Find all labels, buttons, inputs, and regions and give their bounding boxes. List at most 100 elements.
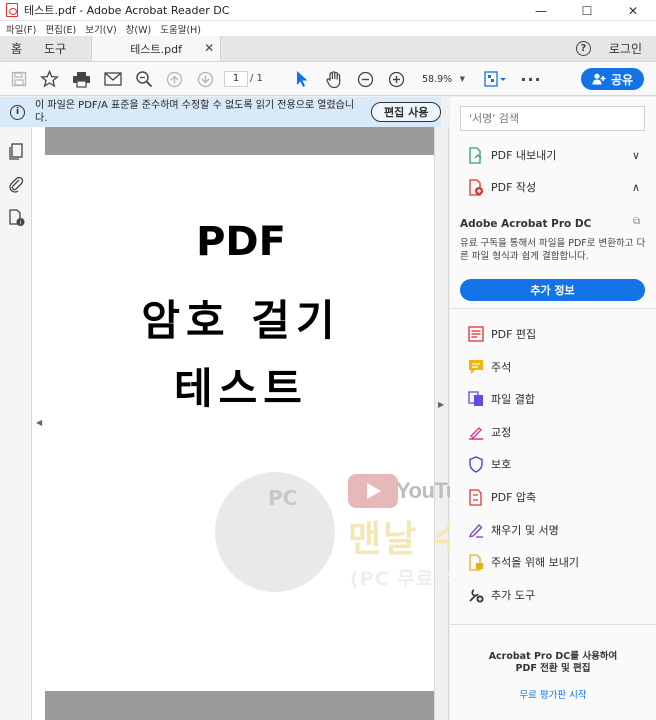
tool-item-compress-pdf[interactable]: PDF 압축 xyxy=(468,488,537,506)
maximize-button[interactable]: ☐ xyxy=(564,0,610,21)
login-link[interactable]: 로그인 xyxy=(609,40,642,57)
more-tools-icon xyxy=(468,587,484,603)
tool-label: 주석을 위해 보내기 xyxy=(491,556,579,569)
page-margin-top xyxy=(45,127,437,155)
zoom-in-icon[interactable] xyxy=(386,69,406,89)
tab-tools[interactable]: 도구 xyxy=(33,36,77,61)
tools-right-panel: '서명' 검색 PDF 내보내기 ∨ PDF 작성 ∧ Adobe Acroba… xyxy=(450,97,656,720)
tab-document[interactable]: 테스트.pdf ✕ xyxy=(91,36,222,61)
menu-edit[interactable]: 편집(E) xyxy=(45,22,76,36)
tool-item-redact[interactable]: 교정 xyxy=(468,424,511,440)
learn-more-button[interactable]: 추가 정보 xyxy=(460,279,645,301)
send-for-comments-icon xyxy=(468,553,484,571)
comment-icon xyxy=(468,359,484,375)
banner-message: 이 파일은 PDF/A 표준을 준수하며 수정할 수 없도록 읽기 전용으로 열… xyxy=(35,100,355,124)
zoom-out-icon[interactable] xyxy=(355,69,375,89)
previous-page-icon[interactable] xyxy=(164,69,184,89)
page-number-input[interactable]: 1 xyxy=(224,71,248,87)
chevron-down-icon: ▼ xyxy=(459,75,465,83)
select-arrow-icon[interactable] xyxy=(291,69,313,89)
page-thumbnails-icon[interactable] xyxy=(8,143,24,164)
tool-item-protect[interactable]: 보호 xyxy=(468,455,511,473)
menu-file[interactable]: 파일(F) xyxy=(6,22,36,36)
enable-editing-button[interactable]: 편집 사용 xyxy=(371,102,441,122)
compress-pdf-icon xyxy=(468,488,484,506)
share-button[interactable]: 공유 xyxy=(581,68,644,90)
tool-item-fill-sign[interactable]: 채우기 및 서명 xyxy=(468,522,559,538)
share-label: 공유 xyxy=(610,72,634,87)
tool-item-comment[interactable]: 주석 xyxy=(468,359,511,375)
toolbar: 1 / 1 58.9% ▼ ··· 공유 xyxy=(0,62,656,96)
print-icon[interactable] xyxy=(70,69,92,89)
help-icon[interactable]: ? xyxy=(575,41,591,56)
close-tab-icon[interactable]: ✕ xyxy=(204,41,214,55)
menu-help[interactable]: 도움말(H) xyxy=(160,22,201,36)
document-viewer[interactable]: PDF 암호 걸기 테스트 xyxy=(32,127,437,720)
tool-item-combine-files[interactable]: 파일 결합 xyxy=(468,391,535,407)
chevron-up-icon[interactable]: ∧ xyxy=(632,181,640,194)
doc-line-2: 암호 걸기 xyxy=(141,296,341,345)
tool-label: 주석 xyxy=(491,361,512,374)
export-pdf-icon xyxy=(468,146,484,164)
menu-view[interactable]: 보기(V) xyxy=(85,22,116,36)
search-zoom-icon[interactable] xyxy=(133,69,155,89)
window-controls: — ☐ ✕ xyxy=(518,0,656,20)
tab-home[interactable]: 홈 xyxy=(0,36,33,61)
free-trial-link[interactable]: 무료 평가판 시작 xyxy=(450,687,656,701)
email-icon[interactable] xyxy=(102,69,124,89)
zoom-level-select[interactable]: 58.9% ▼ xyxy=(416,70,468,88)
page-total: / 1 xyxy=(250,73,263,84)
pro-promo-title: Adobe Acrobat Pro DC xyxy=(460,218,592,230)
menu-window[interactable]: 창(W) xyxy=(126,22,152,36)
tool-label: PDF 편집 xyxy=(491,328,537,341)
more-options-icon[interactable]: ··· xyxy=(520,69,542,89)
create-pdf-label: PDF 작성 xyxy=(491,181,537,194)
save-icon[interactable] xyxy=(9,69,29,89)
pro-upsell-text: Acrobat Pro DC를 사용하여 PDF 전환 및 편집 xyxy=(488,651,618,674)
promo-info-icon[interactable]: ⧉ xyxy=(633,216,640,227)
readonly-info-banner: i 이 파일은 PDF/A 표준을 준수하며 수정할 수 없도록 읽기 전용으로… xyxy=(0,97,441,127)
panel-footer-divider xyxy=(450,624,656,625)
page-margin-bottom xyxy=(45,691,437,720)
chevron-down-icon[interactable]: ∨ xyxy=(632,149,640,162)
tool-label: 추가 도구 xyxy=(491,589,535,602)
menu-bar: 파일(F) 편집(E) 보기(V) 창(W) 도움말(H) xyxy=(0,21,656,36)
document-properties-icon[interactable]: i xyxy=(8,209,26,230)
tool-label: 교정 xyxy=(491,426,512,439)
acrobat-app-icon xyxy=(6,3,18,17)
tool-label: 채우기 및 서명 xyxy=(491,524,559,537)
export-pdf-item[interactable]: PDF 내보내기 xyxy=(468,146,646,164)
bookmark-star-icon[interactable] xyxy=(38,69,60,89)
create-pdf-icon xyxy=(468,178,484,196)
tool-item-send-for-comments[interactable]: 주석을 위해 보내기 xyxy=(468,553,579,571)
tool-label: PDF 압축 xyxy=(491,491,537,504)
watermark-pc-text: PC xyxy=(268,486,298,510)
tools-search-input[interactable]: '서명' 검색 xyxy=(460,106,645,131)
collapse-left-panel-icon[interactable]: ◀ xyxy=(36,418,42,427)
create-pdf-item[interactable]: PDF 작성 xyxy=(468,178,537,196)
close-window-button[interactable]: ✕ xyxy=(610,0,656,21)
next-page-icon[interactable] xyxy=(195,69,215,89)
document-tab-label: 테스트.pdf xyxy=(130,42,182,56)
doc-line-3: 테스트 xyxy=(174,364,308,413)
combine-files-icon xyxy=(468,391,484,407)
pdf-page[interactable]: PDF 암호 걸기 테스트 xyxy=(45,155,437,691)
tabs-row: 홈 도구 테스트.pdf ✕ ? 로그인 xyxy=(0,36,656,62)
tool-item-more-tools[interactable]: 추가 도구 xyxy=(468,587,535,603)
window-title: 테스트.pdf - Adobe Acrobat Reader DC xyxy=(24,4,230,17)
attachment-icon[interactable] xyxy=(8,175,24,196)
title-bar: 테스트.pdf - Adobe Acrobat Reader DC — ☐ ✕ xyxy=(0,0,656,21)
edit-pdf-icon xyxy=(468,326,484,342)
hand-tool-icon[interactable] xyxy=(323,69,345,89)
redact-icon xyxy=(468,424,484,440)
tool-label: 파일 결합 xyxy=(491,393,535,406)
page-display-icon[interactable] xyxy=(482,69,508,89)
tabs-right-group: ? 로그인 xyxy=(575,36,656,61)
zoom-level-value: 58.9% xyxy=(422,73,453,85)
panel-splitter[interactable] xyxy=(434,127,449,720)
collapse-right-panel-icon[interactable]: ▶ xyxy=(438,400,444,409)
youtube-logo-icon xyxy=(348,474,398,508)
tool-item-edit-pdf[interactable]: PDF 편집 xyxy=(468,326,536,342)
panel-divider xyxy=(450,308,656,309)
minimize-button[interactable]: — xyxy=(518,0,564,21)
